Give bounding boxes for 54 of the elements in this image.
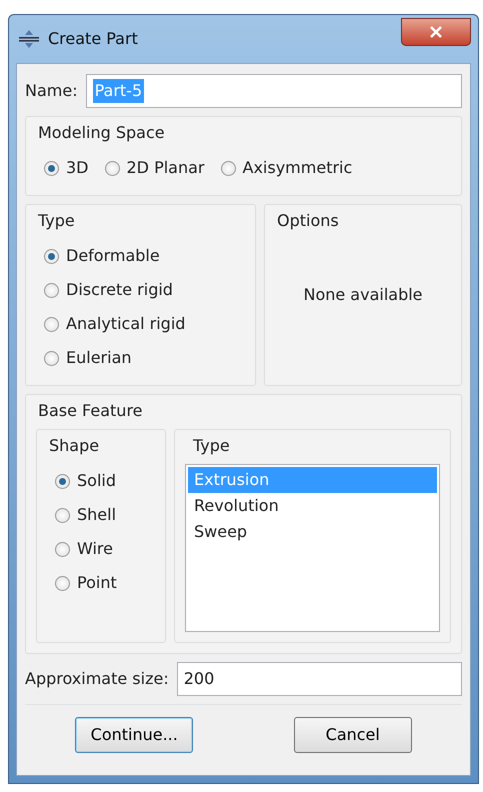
radio-option[interactable]: Point [55, 566, 155, 600]
field-value: Part-5 [92, 79, 144, 103]
dialog-button[interactable]: Cancel [294, 717, 412, 753]
radio-button[interactable] [55, 474, 70, 488]
name-label: Name: [25, 80, 78, 102]
size-label: Approximate size: [25, 668, 169, 690]
list-item[interactable]: Sweep [188, 519, 437, 545]
radio-label: Point [77, 572, 117, 594]
radio-label: Deformable [66, 245, 160, 267]
group-title: Modeling Space [38, 122, 165, 144]
radio-label: Solid [77, 470, 116, 492]
list-item[interactable]: Revolution [188, 493, 437, 519]
radio-button[interactable] [44, 350, 59, 366]
group-title: Options [277, 210, 340, 232]
radio-option[interactable]: 3D [44, 151, 88, 185]
field-value: 200 [184, 668, 214, 690]
radio-button[interactable] [44, 316, 59, 332]
radio-button[interactable] [104, 160, 120, 176]
close-button[interactable] [401, 18, 471, 46]
radio-option[interactable]: 2D Planar [104, 151, 205, 185]
group-title: Base Feature [38, 400, 143, 422]
radio-option[interactable]: Wire [55, 532, 155, 566]
radio-option[interactable]: Analytical rigid [44, 307, 245, 341]
radio-option[interactable]: Axisymmetric [220, 151, 352, 185]
radio-button[interactable] [44, 160, 59, 176]
part-icon [18, 29, 40, 49]
dialog-button[interactable]: Continue... [75, 717, 194, 753]
type-list[interactable]: Extrusion Revolution Sweep [185, 464, 440, 632]
size-field[interactable]: 200 [176, 662, 462, 696]
radio-button[interactable] [55, 508, 70, 522]
radio-option[interactable]: Shell [55, 498, 155, 532]
radio-label: Analytical rigid [66, 313, 186, 335]
close-icon [430, 26, 442, 38]
radio-label: Eulerian [66, 347, 132, 369]
radio-label: 3D [66, 157, 88, 179]
radio-label: Axisymmetric [242, 157, 352, 179]
radio-option[interactable]: Deformable [44, 239, 245, 273]
radio-option[interactable]: Eulerian [44, 341, 245, 375]
group-title: Type [38, 210, 75, 232]
window-title: Create Part [48, 28, 138, 50]
radio-label: Discrete rigid [66, 279, 173, 301]
radio-button[interactable] [55, 542, 70, 556]
radio-button[interactable] [55, 576, 70, 590]
radio-button[interactable] [220, 160, 236, 176]
radio-label: Shell [77, 504, 116, 526]
group-title: Type [193, 435, 230, 457]
radio-label: 2D Planar [126, 157, 205, 179]
radio-option[interactable]: Solid [55, 464, 155, 498]
radio-button[interactable] [44, 248, 59, 264]
options-text: None available [303, 284, 423, 306]
radio-button[interactable] [44, 282, 59, 298]
radio-option[interactable]: Discrete rigid [44, 273, 245, 307]
radio-label: Wire [77, 538, 113, 560]
group-title: Shape [49, 435, 100, 457]
